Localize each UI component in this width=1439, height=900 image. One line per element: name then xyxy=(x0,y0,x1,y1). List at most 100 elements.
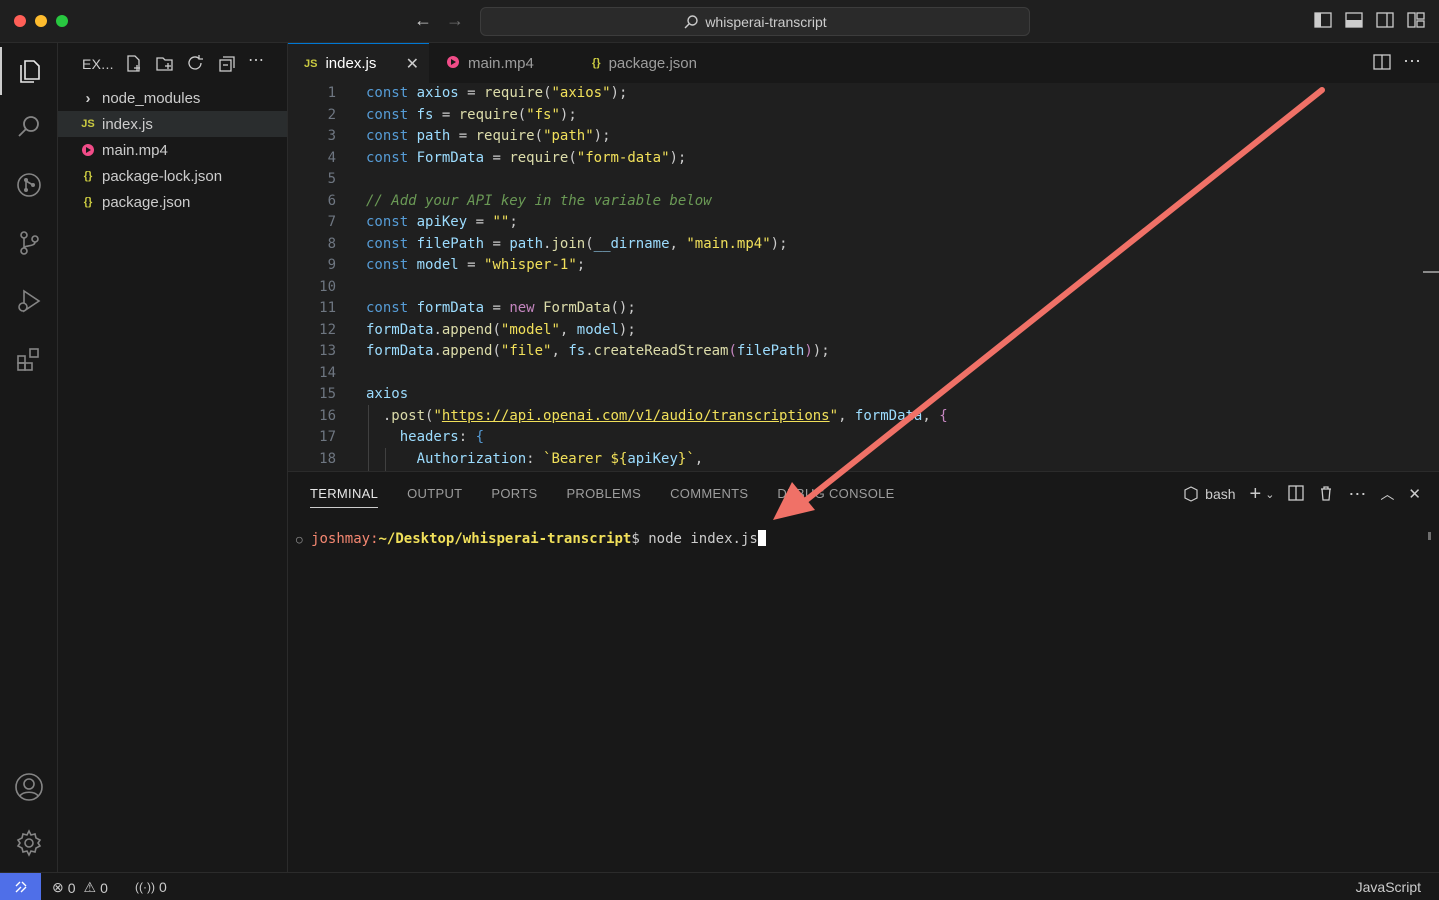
code-line-16: .post("https://api.openai.com/v1/audio/t… xyxy=(366,407,948,424)
terminal-user: joshmay: xyxy=(311,531,379,547)
search-icon[interactable] xyxy=(0,103,57,151)
tab-label: package.json xyxy=(608,54,697,72)
problems-indicator[interactable]: ⊗ 0 ⚠ 0 xyxy=(52,879,108,896)
split-editor-icon[interactable] xyxy=(1373,54,1391,73)
shell-label: bash xyxy=(1205,486,1236,502)
collapse-all-icon[interactable] xyxy=(217,54,236,73)
json-file-icon: {} xyxy=(592,57,601,69)
overview-ruler-marker xyxy=(1423,271,1439,273)
terminal-shell-selector[interactable]: bash xyxy=(1183,486,1236,502)
more-actions-icon[interactable]: ⋯ xyxy=(1403,51,1421,72)
remote-indicator[interactable] xyxy=(0,873,41,900)
tree-item-label: package-lock.json xyxy=(102,167,223,185)
ports-indicator[interactable]: ((·)) 0 xyxy=(135,879,167,895)
close-icon[interactable]: ✕ xyxy=(406,54,419,74)
command-center-search[interactable]: whisperai-transcript xyxy=(480,7,1030,36)
tab-terminal[interactable]: TERMINAL xyxy=(310,486,379,508)
bottom-panel: TERMINAL OUTPUT PORTS PROBLEMS COMMENTS … xyxy=(288,471,1439,873)
line-number: 1 xyxy=(327,85,336,101)
scrollbar[interactable] xyxy=(1428,532,1431,540)
tree-item-label: package.json xyxy=(102,193,191,211)
tab-package-json[interactable]: {} package.json xyxy=(592,43,697,83)
tab-output[interactable]: OUTPUT xyxy=(407,486,462,508)
code-line-11: const formData = new FormData(); xyxy=(366,300,636,316)
line-number: 5 xyxy=(327,171,336,187)
terminal-command: node index.js xyxy=(648,531,758,547)
tab-ports[interactable]: PORTS xyxy=(491,486,537,508)
tree-item-label: node_modules xyxy=(102,89,201,107)
customize-layout-icon[interactable] xyxy=(1407,12,1425,28)
toggle-panel-icon[interactable] xyxy=(1345,12,1363,28)
source-control-icon[interactable] xyxy=(0,219,57,267)
ports-count: 0 xyxy=(158,879,167,895)
tab-problems[interactable]: PROBLEMS xyxy=(566,486,641,508)
line-number: 11 xyxy=(319,300,336,316)
run-debug-icon[interactable] xyxy=(0,277,57,325)
tree-item-node-modules[interactable]: › node_modules xyxy=(58,85,287,111)
code-line-9: const model = "whisper-1"; xyxy=(366,257,586,273)
line-number: 8 xyxy=(327,235,336,252)
js-file-icon: JS xyxy=(81,118,95,130)
terminal-output[interactable]: ○ joshmay:~/Desktop/whisperai-transcript… xyxy=(296,530,766,547)
line-number: 16 xyxy=(319,407,336,424)
code-editor[interactable]: 1 const axios = require("axios"); 2 const … xyxy=(288,83,1439,471)
line-number: 7 xyxy=(327,214,336,230)
warning-count: 0 xyxy=(100,879,108,896)
broadcast-icon: ((·)) xyxy=(135,880,155,894)
code-line-18: Authorization: `Bearer ${apiKey}`, xyxy=(416,450,704,467)
toggle-secondary-sidebar-icon[interactable] xyxy=(1376,12,1394,28)
js-file-icon: JS xyxy=(304,57,318,70)
trash-icon[interactable] xyxy=(1318,485,1334,504)
tab-main-mp4[interactable]: main.mp4 xyxy=(446,43,534,83)
minimize-window-button[interactable] xyxy=(35,15,47,27)
accounts-icon[interactable] xyxy=(0,763,57,811)
explorer-icon[interactable] xyxy=(0,47,57,95)
tab-index-js[interactable]: JS index.js ✕ xyxy=(288,43,429,83)
line-number: 17 xyxy=(319,429,336,445)
tab-comments[interactable]: COMMENTS xyxy=(670,486,748,508)
command-center-label: whisperai-transcript xyxy=(705,13,827,30)
code-line-13: formData.append("file", fs.createReadStr… xyxy=(366,343,830,359)
more-actions-icon[interactable]: ⋯ xyxy=(248,53,267,73)
language-mode[interactable]: JavaScript xyxy=(1356,879,1421,895)
code-line-4: const FormData = require("form-data"); xyxy=(366,149,687,166)
toggle-primary-sidebar-icon[interactable] xyxy=(1314,12,1332,28)
json-file-icon: {} xyxy=(83,196,93,208)
tab-debug-console[interactable]: DEBUG CONSOLE xyxy=(777,486,894,508)
code-line-17: headers: { xyxy=(399,429,485,445)
new-terminal-icon[interactable]: + xyxy=(1250,484,1262,504)
arrow-right-icon[interactable]: → xyxy=(446,10,464,31)
close-window-button[interactable] xyxy=(14,15,26,27)
video-file-icon xyxy=(78,143,98,157)
tree-item-index-js[interactable]: JS index.js xyxy=(58,111,287,137)
split-terminal-icon[interactable] xyxy=(1288,484,1305,504)
chevron-down-icon[interactable]: ⌄ xyxy=(1265,488,1274,501)
tree-item-main-mp4[interactable]: main.mp4 xyxy=(58,137,287,163)
tab-label: main.mp4 xyxy=(468,54,534,72)
language-label: JavaScript xyxy=(1355,879,1421,895)
code-line-2: const fs = require("fs"); xyxy=(366,106,577,123)
activity-bar xyxy=(0,43,58,872)
more-actions-icon[interactable]: ⋯ xyxy=(1348,485,1366,503)
new-folder-icon[interactable] xyxy=(155,54,174,73)
git-graph-icon[interactable] xyxy=(0,161,57,209)
tree-item-package-json[interactable]: {} package.json xyxy=(58,189,287,215)
maximize-window-button[interactable] xyxy=(56,15,68,27)
settings-gear-icon[interactable] xyxy=(0,819,57,867)
tree-item-label: main.mp4 xyxy=(102,141,168,159)
explorer-sidebar: EX... ⋯ › node_modules JS index.js main.… xyxy=(58,43,288,872)
terminal-prompt: $ xyxy=(631,531,649,547)
line-number: 14 xyxy=(319,364,336,381)
extensions-icon[interactable] xyxy=(0,335,57,383)
maximize-panel-icon[interactable]: ︿ xyxy=(1380,484,1394,504)
code-line-12: formData.append("model", model); xyxy=(366,321,636,338)
line-number: 9 xyxy=(327,257,336,273)
arrow-left-icon[interactable]: ← xyxy=(414,10,432,31)
new-file-icon[interactable] xyxy=(124,54,143,73)
line-number: 15 xyxy=(319,386,336,402)
tree-item-package-lock-json[interactable]: {} package-lock.json xyxy=(58,163,287,189)
chevron-right-icon: › xyxy=(85,89,91,107)
refresh-icon[interactable] xyxy=(186,54,205,73)
close-icon[interactable]: ✕ xyxy=(1408,485,1421,503)
tree-item-label: index.js xyxy=(102,115,153,133)
